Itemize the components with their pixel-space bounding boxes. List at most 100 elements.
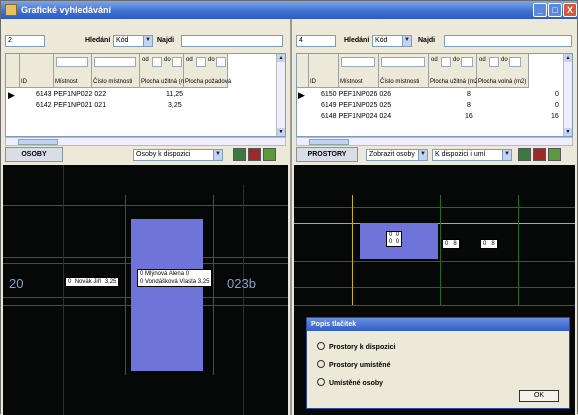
filter-to-input[interactable] xyxy=(216,57,226,67)
floorplan-canvas-right[interactable]: 0 0 0 0 0 8 0 8 Popis tlačítek Prostory … xyxy=(294,165,575,415)
filter-to-input[interactable] xyxy=(172,57,182,67)
header-room-no[interactable]: Číslo místnosti xyxy=(379,54,429,88)
header-area-used[interactable]: od do Plocha užitná (m2) xyxy=(429,54,481,88)
room-tag[interactable]: 0 8 xyxy=(442,239,460,249)
minimize-button[interactable]: _ xyxy=(533,3,547,17)
help-icon[interactable] xyxy=(263,148,276,161)
search-by-select[interactable]: Kód ▼ xyxy=(372,35,412,47)
vertical-scrollbar[interactable]: ▲ ▼ xyxy=(276,54,285,136)
room-tag[interactable]: 0 8 xyxy=(480,239,498,249)
find-button[interactable]: Najdi xyxy=(418,35,435,47)
header-area-free-label: Plocha volná (m2) xyxy=(478,79,527,85)
persons-filter-select[interactable]: Osoby k dispozici ▼ xyxy=(133,149,223,161)
tag-field: 0 xyxy=(445,241,449,247)
wall-line xyxy=(352,195,353,305)
search-by-value: Kód xyxy=(116,37,129,44)
filter-room-input[interactable] xyxy=(341,57,375,67)
cell-room: PEF1NP022 xyxy=(53,91,93,98)
room-tag[interactable]: 0 0 0 0 xyxy=(386,231,403,247)
chevron-down-icon[interactable]: ▼ xyxy=(402,36,411,46)
show-persons-value: Zobrazit osoby xyxy=(369,151,415,158)
table-row[interactable]: 6148 PEF1NP024 024 xyxy=(321,112,391,122)
search-input[interactable] xyxy=(181,35,283,47)
find-button[interactable]: Najdi xyxy=(157,35,174,47)
spaces-table: ID Místnost Číslo místnosti od do Plocha… xyxy=(296,53,573,137)
chevron-down-icon[interactable]: ▼ xyxy=(213,150,222,160)
ok-button[interactable]: OK xyxy=(519,390,559,402)
scroll-down-icon[interactable]: ▼ xyxy=(277,128,285,136)
from-label: od xyxy=(431,57,438,63)
selected-room[interactable] xyxy=(131,219,203,371)
grid-line xyxy=(294,261,575,262)
from-label: od xyxy=(186,57,193,63)
chevron-down-icon[interactable]: ▼ xyxy=(143,36,152,46)
persons-filter-value: Osoby k dispozici xyxy=(136,151,191,158)
legend-item-label: Prostory umístěné xyxy=(329,362,391,369)
floorplan-canvas-left[interactable]: 20 023b 0 Novák Jiří 3,25 0 Mlýnová Alen… xyxy=(3,165,288,415)
cell-area-free: 0 xyxy=(555,102,559,109)
filter-from-input[interactable] xyxy=(489,57,499,67)
search-label: Hledání xyxy=(344,37,370,44)
header-room-no-label: Číslo místnosti xyxy=(380,79,420,85)
cell-area: 11,25 xyxy=(166,91,183,98)
close-button[interactable]: X xyxy=(563,3,577,17)
scroll-up-icon[interactable]: ▲ xyxy=(564,54,572,62)
right-pane: 4 Hledání Kód ▼ Najdi ID Místnost Číslo … xyxy=(292,19,577,415)
section-label-osoby: OSOBY xyxy=(5,147,63,162)
scroll-thumb[interactable] xyxy=(18,139,58,145)
grid-line xyxy=(294,305,575,306)
header-room-no-label: Číslo místnosti xyxy=(93,79,133,85)
table-row[interactable]: 6143 PEF1NP022 022 xyxy=(36,90,106,100)
table-row[interactable]: 6142 PEF1NP021 021 xyxy=(36,101,106,111)
refresh-icon[interactable] xyxy=(518,148,531,161)
filter-to-input[interactable] xyxy=(509,57,521,67)
header-id[interactable]: ID xyxy=(309,54,339,88)
cell-room: PEF1NP024 xyxy=(338,113,378,120)
rooms-table: ID Místnost Číslo místnosti od do Plocha… xyxy=(5,53,286,137)
person-tag[interactable]: 0 Novák Jiří 3,25 xyxy=(65,277,120,287)
filter-from-input[interactable] xyxy=(441,57,451,67)
header-id-label: ID xyxy=(21,79,27,85)
wall-line xyxy=(294,287,575,288)
header-area-used[interactable]: od do Plocha užitná (m2) xyxy=(140,54,191,88)
horizontal-scrollbar[interactable] xyxy=(5,137,286,146)
legend-item-label: Prostory k dispozici xyxy=(329,344,396,351)
chevron-down-icon[interactable]: ▼ xyxy=(502,150,511,160)
filter-room-no-input[interactable] xyxy=(381,57,425,67)
header-room-no[interactable]: Číslo místnosti xyxy=(92,54,140,88)
horizontal-scrollbar[interactable] xyxy=(296,137,573,146)
chevron-down-icon[interactable]: ▼ xyxy=(418,150,427,160)
person-tag[interactable]: 0 Mlýnová Alena 0 0 Vondášková Vlasta 3,… xyxy=(137,269,213,287)
tag-field: 3,25 xyxy=(197,279,210,285)
vertical-scrollbar[interactable]: ▲ ▼ xyxy=(563,54,572,136)
print-icon[interactable] xyxy=(248,148,261,161)
cell-area-free: 16 xyxy=(551,113,559,120)
search-by-select[interactable]: Kód ▼ xyxy=(113,35,153,47)
filter-room-input[interactable] xyxy=(56,57,88,67)
filter-room-no-input[interactable] xyxy=(94,57,136,67)
tag-field: 0 xyxy=(140,279,144,285)
filter-to-input[interactable] xyxy=(461,57,473,67)
show-persons-select[interactable]: Zobrazit osoby ▼ xyxy=(366,149,428,161)
scroll-up-icon[interactable]: ▲ xyxy=(277,54,285,62)
filter-from-input[interactable] xyxy=(196,57,206,67)
maximize-button[interactable]: □ xyxy=(548,3,562,17)
filter-from-input[interactable] xyxy=(152,57,162,67)
refresh-icon[interactable] xyxy=(233,148,246,161)
current-row-arrow-icon: ▶ xyxy=(298,90,305,100)
header-room[interactable]: Místnost xyxy=(54,54,92,88)
header-room[interactable]: Místnost xyxy=(339,54,379,88)
scroll-thumb[interactable] xyxy=(309,139,349,145)
app-icon xyxy=(5,4,17,16)
help-icon[interactable] xyxy=(548,148,561,161)
scroll-down-icon[interactable]: ▼ xyxy=(564,128,572,136)
table-row[interactable]: 6149 PEF1NP025 025 xyxy=(321,101,391,111)
header-id[interactable]: ID xyxy=(20,54,54,88)
header-area-required[interactable]: od do Plocha požadová xyxy=(184,54,231,88)
header-area-free[interactable]: od do Plocha volná (m2) xyxy=(477,54,529,88)
print-icon[interactable] xyxy=(533,148,546,161)
header-area-used-label: Plocha užitná (m2) xyxy=(430,79,481,85)
spaces-filter-select[interactable]: K dispozici i umí ▼ xyxy=(432,149,512,161)
search-input[interactable] xyxy=(444,35,572,47)
table-row[interactable]: 6150 PEF1NP026 026 xyxy=(321,90,391,100)
